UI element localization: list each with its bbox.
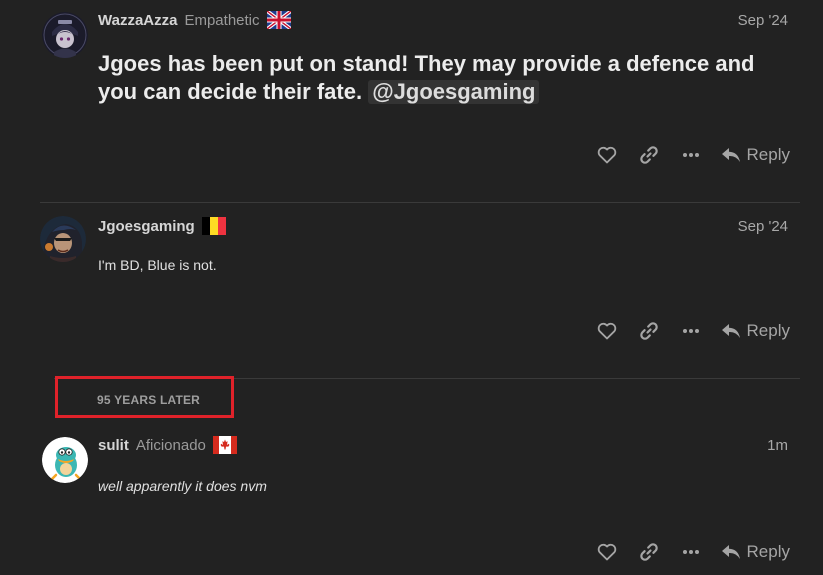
post-meta: WazzaAzza Empathetic: [98, 10, 291, 30]
post-date[interactable]: Sep '24: [738, 12, 788, 29]
uk-flag-icon: [266, 11, 291, 29]
belgium-flag-icon: [201, 217, 226, 235]
username[interactable]: sulit: [98, 437, 129, 454]
post-body: Jgoes has been put on stand! They may pr…: [98, 50, 788, 106]
post-actions: Reply: [577, 319, 790, 343]
link-icon[interactable]: [637, 319, 661, 343]
reply-label: Reply: [746, 145, 790, 164]
reply-button[interactable]: Reply: [721, 145, 790, 165]
post-2: Jgoesgaming Sep '24 I'm BD, Blue is not.…: [40, 216, 800, 376]
user-title: Empathetic: [184, 11, 260, 29]
post-meta: Jgoesgaming: [98, 216, 226, 236]
post-1: WazzaAzza Empathetic Sep '24 Jgoes has b…: [40, 10, 800, 202]
username[interactable]: Jgoesgaming: [98, 218, 195, 235]
avatar-sulit[interactable]: [42, 437, 88, 483]
username[interactable]: WazzaAzza: [98, 12, 177, 29]
user-title: Aficionado: [135, 436, 206, 454]
avatar-jgoesgaming[interactable]: [40, 216, 86, 262]
canada-flag-icon: [212, 436, 237, 454]
reply-label: Reply: [746, 321, 790, 340]
post-meta: sulit Aficionado: [98, 435, 237, 455]
link-icon[interactable]: [637, 540, 661, 564]
reply-label: Reply: [746, 542, 790, 561]
avatar-wazzaazza[interactable]: [42, 12, 88, 58]
heart-icon[interactable]: [595, 319, 619, 343]
reply-button[interactable]: Reply: [721, 321, 790, 341]
reply-icon: [721, 324, 740, 338]
reply-icon: [721, 148, 740, 162]
reply-button[interactable]: Reply: [721, 542, 790, 562]
link-icon[interactable]: [637, 143, 661, 167]
post-3: sulit Aficionado 1m well apparently it d…: [40, 435, 800, 575]
post-divider: [40, 202, 800, 203]
more-icon[interactable]: [679, 540, 703, 564]
post-date[interactable]: 1m: [767, 437, 788, 454]
time-gap-label: 95 YEARS LATER: [97, 393, 201, 407]
post-actions: Reply: [577, 143, 790, 167]
post-date[interactable]: Sep '24: [738, 218, 788, 235]
post-body: well apparently it does nvm: [98, 478, 267, 494]
heart-icon[interactable]: [595, 143, 619, 167]
post-body: I'm BD, Blue is not.: [98, 257, 217, 273]
post-actions: Reply: [577, 540, 790, 564]
more-icon[interactable]: [679, 143, 703, 167]
more-icon[interactable]: [679, 319, 703, 343]
user-mention[interactable]: @Jgoesgaming: [368, 80, 540, 104]
reply-icon: [721, 545, 740, 559]
heart-icon[interactable]: [595, 540, 619, 564]
